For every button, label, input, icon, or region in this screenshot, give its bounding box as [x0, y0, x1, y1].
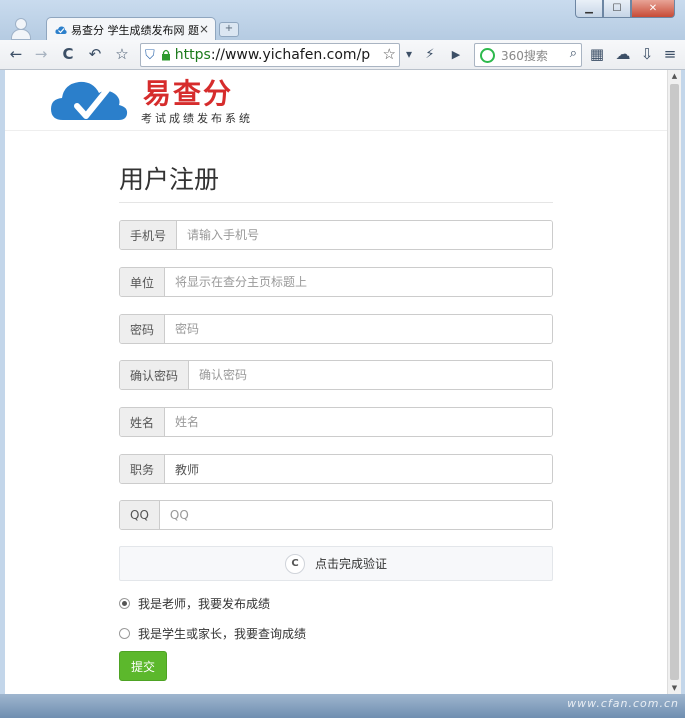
confirm-password-field: 确认密码	[119, 360, 553, 390]
vertical-scrollbar[interactable]: ▲ ▼	[667, 70, 681, 694]
search-box[interactable]: 360搜索 ⌕	[474, 43, 582, 67]
close-window-button[interactable]: ✕	[631, 0, 675, 18]
captcha-verify-button[interactable]: C 点击完成验证	[119, 546, 553, 581]
browser-toolbar: ← → C ↶ ☆ ⛉ https://www.yichafen.com/p ☆…	[0, 40, 685, 70]
download-icon[interactable]: ⇩	[637, 44, 657, 64]
menu-icon[interactable]: ≡	[660, 44, 680, 64]
back-icon[interactable]: ←	[6, 44, 26, 64]
cloud-favicon-icon	[55, 25, 67, 34]
role-option-student[interactable]: 我是学生或家长，我要查询成绩	[119, 625, 306, 642]
radio-student[interactable]	[119, 628, 130, 639]
page-star-icon[interactable]: ☆	[382, 45, 396, 63]
watermark: www.cfan.com.cn	[567, 697, 679, 710]
role-student-label: 我是学生或家长，我要查询成绩	[138, 627, 307, 641]
phone-input[interactable]	[177, 221, 552, 249]
security-shield-icon: ⛉	[145, 47, 155, 63]
page-title: 用户注册	[119, 160, 553, 203]
phone-label: 手机号	[120, 221, 178, 249]
register-form: 用户注册 手机号 单位 密码 确认密码 姓名 职务	[119, 160, 553, 681]
qq-label: QQ	[120, 501, 160, 529]
url-text: https://www.yichafen.com/p	[174, 47, 371, 63]
page-content: 易查分 考试成绩发布系统 用户注册 手机号 单位 密码 确认密码 姓名	[5, 70, 667, 694]
scroll-up-icon[interactable]: ▲	[668, 70, 681, 82]
brand-name: 易查分	[143, 77, 234, 110]
cloud-icon[interactable]: ☁	[613, 44, 633, 64]
password-input[interactable]	[165, 315, 552, 343]
minimize-button[interactable]: ▁	[575, 0, 603, 18]
undo-close-icon[interactable]: ↶	[85, 44, 105, 64]
apps-icon[interactable]: ▦	[587, 44, 607, 64]
role-teacher-label: 我是老师，我要发布成绩	[138, 597, 271, 611]
position-label: 职务	[120, 455, 166, 483]
browser-tab[interactable]: 易查分 学生成绩发布网 题 ×	[46, 17, 216, 41]
confirm-password-label: 确认密码	[120, 361, 190, 389]
qq-input[interactable]	[159, 501, 552, 529]
tab-title: 易查分 学生成绩发布网 题	[71, 23, 199, 37]
window-controls: ▁ ☐ ✕	[575, 0, 675, 18]
position-field: 职务	[119, 454, 553, 484]
position-input[interactable]	[165, 455, 552, 483]
scroll-thumb[interactable]	[670, 84, 679, 680]
browser-window: ▁ ☐ ✕ 易查分 学生成绩发布网 题 × + ← → C ↶ ☆ ⛉ http…	[0, 0, 685, 718]
address-bar[interactable]: ⛉ https://www.yichafen.com/p ☆	[140, 43, 400, 67]
reload-icon[interactable]: C	[58, 44, 78, 64]
submit-button[interactable]: 提交	[119, 651, 167, 681]
360-logo-icon	[480, 47, 495, 63]
captcha-label: 点击完成验证	[314, 557, 387, 571]
forward-icon[interactable]: →	[31, 44, 51, 64]
cloud-check-logo-icon[interactable]	[49, 74, 129, 124]
tab-close-icon[interactable]: ×	[199, 22, 209, 36]
organization-field: 单位	[119, 267, 553, 297]
play-icon[interactable]: ▶	[446, 44, 466, 64]
name-input[interactable]	[165, 408, 552, 436]
favorites-star-icon[interactable]: ☆	[112, 44, 132, 64]
captcha-shield-icon: C	[284, 553, 305, 574]
password-label: 密码	[120, 315, 166, 343]
scroll-down-icon[interactable]: ▼	[668, 682, 681, 694]
search-icon[interactable]: ⌕	[570, 46, 577, 61]
lock-icon	[161, 49, 170, 61]
confirm-password-input[interactable]	[189, 361, 552, 389]
site-header: 易查分 考试成绩发布系统	[5, 70, 667, 131]
organization-label: 单位	[120, 268, 166, 296]
speedup-icon[interactable]: ⚡	[420, 44, 440, 64]
organization-input[interactable]	[165, 268, 552, 296]
maximize-button[interactable]: ☐	[603, 0, 631, 18]
address-dropdown-icon[interactable]: ▾	[399, 44, 419, 64]
name-label: 姓名	[120, 408, 166, 436]
name-field: 姓名	[119, 407, 553, 437]
brand-slogan: 考试成绩发布系统	[141, 112, 253, 125]
password-field: 密码	[119, 314, 553, 344]
search-placeholder: 360搜索	[501, 48, 548, 63]
new-tab-button[interactable]: +	[219, 22, 239, 37]
radio-teacher[interactable]	[119, 598, 130, 609]
profile-avatar-icon[interactable]	[8, 16, 32, 40]
phone-field: 手机号	[119, 220, 553, 250]
role-option-teacher[interactable]: 我是老师，我要发布成绩	[119, 595, 270, 612]
qq-field: QQ	[119, 500, 553, 530]
